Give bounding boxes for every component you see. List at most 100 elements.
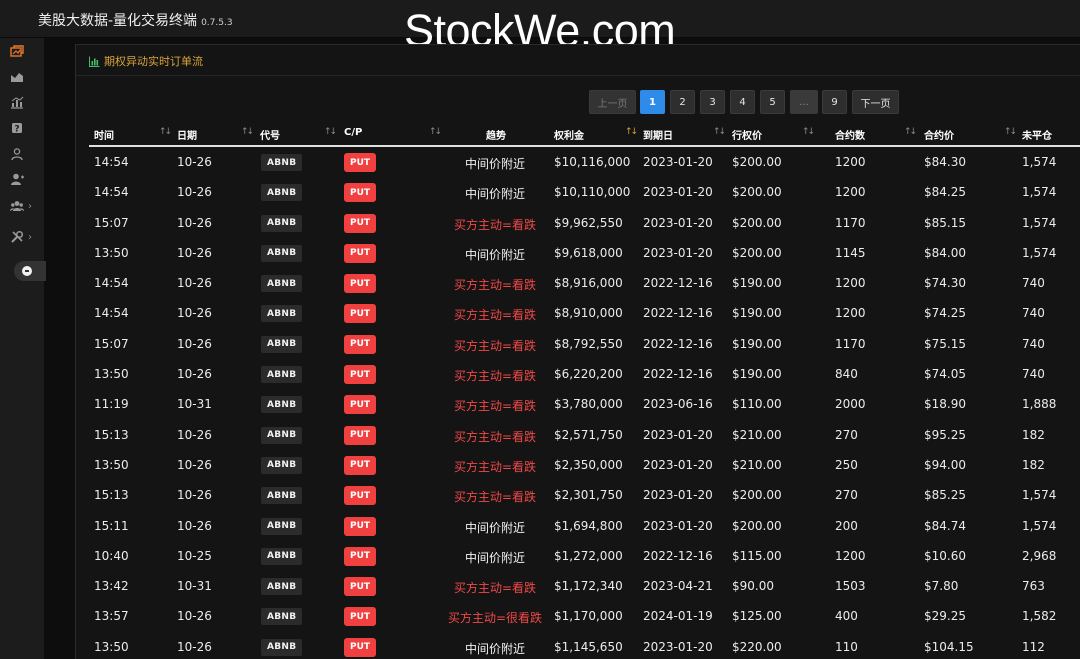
table-row[interactable]: 11:19 10-31 ABNB PUT 买方主动=看跌 $3,780,000 2023-0…	[89, 389, 1080, 419]
ticker-badge[interactable]: ABNB	[261, 366, 303, 384]
cell-time: 15:11	[94, 518, 129, 533]
panel-title: 期权异动实时订单流	[89, 53, 203, 69]
table-row[interactable]: 15:11 10-26 ABNB PUT 中间价附近 $1,694,800 2023-01-…	[89, 511, 1080, 541]
table-row[interactable]: 14:54 10-26 ABNB PUT 买方主动=看跌 $8,910,000 2022-1…	[89, 298, 1080, 328]
sidebar-item-help[interactable]: ?	[10, 118, 40, 138]
sort-icon[interactable]: ↑↓	[802, 127, 815, 137]
sort-icon[interactable]: ↑↓	[324, 127, 337, 137]
put-badge: PUT	[344, 365, 377, 385]
sidebar-collapse-toggle[interactable]	[14, 261, 46, 281]
ticker-badge[interactable]: ABNB	[261, 456, 303, 474]
table-row[interactable]: 15:07 10-26 ABNB PUT 买方主动=看跌 $9,962,550 2023-0…	[89, 208, 1080, 238]
sort-active-icon[interactable]: ↑↓	[625, 127, 638, 137]
page-button-1[interactable]: 1	[640, 90, 665, 114]
chevron-right-icon: ›	[28, 231, 32, 243]
cell-date: 10-26	[177, 488, 212, 503]
column-header-ticker[interactable]: 代号	[260, 127, 280, 142]
cell-expiry: 2023-01-20	[643, 185, 713, 200]
cell-date: 10-31	[177, 579, 212, 594]
sort-icon[interactable]: ↑↓	[429, 127, 442, 137]
ticker-badge[interactable]: ABNB	[261, 335, 303, 353]
table-row[interactable]: 15:13 10-26 ABNB PUT 买方主动=看跌 $2,301,750 2023-0…	[89, 480, 1080, 510]
page-button-2[interactable]: 2	[670, 90, 695, 114]
column-header-trend[interactable]: 趋势	[486, 127, 506, 142]
sidebar-item-user[interactable]	[10, 144, 40, 164]
cell-trend: 中间价附近	[464, 520, 525, 535]
ticker-badge[interactable]: ABNB	[261, 487, 303, 505]
table-row[interactable]: 13:50 10-26 ABNB PUT 买方主动=看跌 $6,220,200 2022-1…	[89, 359, 1080, 389]
next-page-button[interactable]: 下一页	[852, 90, 899, 114]
column-header-contract-price[interactable]: 合约价	[924, 127, 954, 142]
table-row[interactable]: 13:50 10-26 ABNB PUT 买方主动=看跌 $2,350,000 2023-0…	[89, 450, 1080, 480]
sort-icon[interactable]: ↑↓	[713, 127, 726, 137]
put-badge: PUT	[344, 274, 377, 294]
cell-open-interest: 740	[1022, 367, 1045, 382]
sort-icon[interactable]: ↑↓	[1004, 127, 1017, 137]
ticker-badge[interactable]: ABNB	[261, 517, 303, 535]
ticker-badge[interactable]: ABNB	[261, 426, 303, 444]
cell-strike: $200.00	[732, 518, 782, 533]
sidebar-item-trade[interactable]	[10, 41, 40, 61]
sort-icon[interactable]: ↑↓	[241, 127, 254, 137]
column-header-premium[interactable]: 权利金	[554, 127, 584, 142]
cell-expiry: 2023-04-21	[643, 579, 713, 594]
cell-trend: 中间价附近	[464, 187, 525, 202]
ticker-badge[interactable]: ABNB	[261, 547, 303, 565]
chevron-right-icon: ›	[28, 200, 32, 212]
sort-icon[interactable]: ↑↓	[904, 127, 917, 137]
column-header-date[interactable]: 日期	[177, 127, 197, 142]
cell-strike: $125.00	[732, 609, 782, 624]
cell-contract-price: $95.25	[924, 427, 966, 442]
table-row[interactable]: 15:13 10-26 ABNB PUT 买方主动=看跌 $2,571,750 2023-0…	[89, 420, 1080, 450]
cell-contracts: 1200	[835, 276, 866, 291]
cell-open-interest: 763	[1022, 579, 1045, 594]
table-row[interactable]: 15:07 10-26 ABNB PUT 买方主动=看跌 $8,792,550 2022-1…	[89, 329, 1080, 359]
user-icon	[11, 148, 23, 161]
table-row[interactable]: 10:40 10-25 ABNB PUT 中间价附近 $1,272,000 2022-12-…	[89, 541, 1080, 571]
cell-premium: $1,172,340	[554, 579, 623, 594]
ticker-badge[interactable]: ABNB	[261, 578, 303, 596]
put-badge: PUT	[344, 607, 377, 627]
page-button-3[interactable]: 3	[700, 90, 725, 114]
cell-time: 14:54	[94, 276, 129, 291]
column-header-time[interactable]: 时间	[94, 127, 114, 142]
ticker-badge[interactable]: ABNB	[261, 244, 303, 262]
table-row[interactable]: 13:42 10-31 ABNB PUT 买方主动=看跌 $1,172,340 2023-0…	[89, 571, 1080, 601]
sort-icon[interactable]: ↑↓	[159, 127, 172, 137]
column-header-expiry[interactable]: 到期日	[643, 127, 673, 142]
ticker-badge[interactable]: ABNB	[261, 608, 303, 626]
sidebar-item-flow[interactable]	[10, 67, 40, 87]
ticker-badge[interactable]: ABNB	[261, 214, 303, 232]
ticker-badge[interactable]: ABNB	[261, 638, 303, 656]
page-button-4[interactable]: 4	[730, 90, 755, 114]
table-row[interactable]: 14:54 10-26 ABNB PUT 买方主动=看跌 $8,916,000 2022-1…	[89, 268, 1080, 298]
column-header-contracts[interactable]: 合约数	[835, 127, 865, 142]
page-button-5[interactable]: 5	[760, 90, 785, 114]
sidebar-item-user-add[interactable]	[10, 169, 40, 189]
column-header-strike[interactable]: 行权价	[732, 127, 762, 142]
column-header-cp[interactable]: C/P	[344, 127, 362, 138]
put-badge: PUT	[344, 577, 377, 597]
cell-premium: $9,962,550	[554, 215, 623, 230]
column-header-open-interest[interactable]: 未平仓	[1022, 127, 1052, 142]
sidebar-item-tools[interactable]: ›	[10, 227, 40, 247]
sidebar-item-group[interactable]: ›	[10, 196, 40, 216]
cell-contracts: 1503	[835, 579, 866, 594]
page-button-9[interactable]: 9	[822, 90, 847, 114]
table-row[interactable]: 13:50 10-26 ABNB PUT 中间价附近 $9,618,000 2023-01-…	[89, 238, 1080, 268]
app-version: 0.7.5.3	[201, 18, 233, 28]
table-row[interactable]: 14:54 10-26 ABNB PUT 中间价附近 $10,116,000 2023-01…	[89, 147, 1080, 177]
table-row[interactable]: 13:57 10-26 ABNB PUT 买方主动=很看跌 $1,170,000 2024-…	[89, 601, 1080, 631]
table-row[interactable]: 14:54 10-26 ABNB PUT 中间价附近 $10,110,000 2023-01…	[89, 177, 1080, 207]
table-row[interactable]: 13:50 10-26 ABNB PUT 中间价附近 $1,145,650 2023-01-…	[89, 632, 1080, 659]
sidebar-item-stats[interactable]	[10, 92, 40, 112]
ticker-badge[interactable]: ABNB	[261, 275, 303, 293]
ticker-badge[interactable]: ABNB	[261, 396, 303, 414]
cell-date: 10-26	[177, 245, 212, 260]
cell-strike: $190.00	[732, 367, 782, 382]
prev-page-button[interactable]: 上一页	[589, 90, 636, 114]
ticker-badge[interactable]: ABNB	[261, 154, 303, 171]
ticker-badge[interactable]: ABNB	[261, 305, 303, 323]
ticker-badge[interactable]: ABNB	[261, 184, 303, 202]
put-badge: PUT	[344, 334, 377, 354]
